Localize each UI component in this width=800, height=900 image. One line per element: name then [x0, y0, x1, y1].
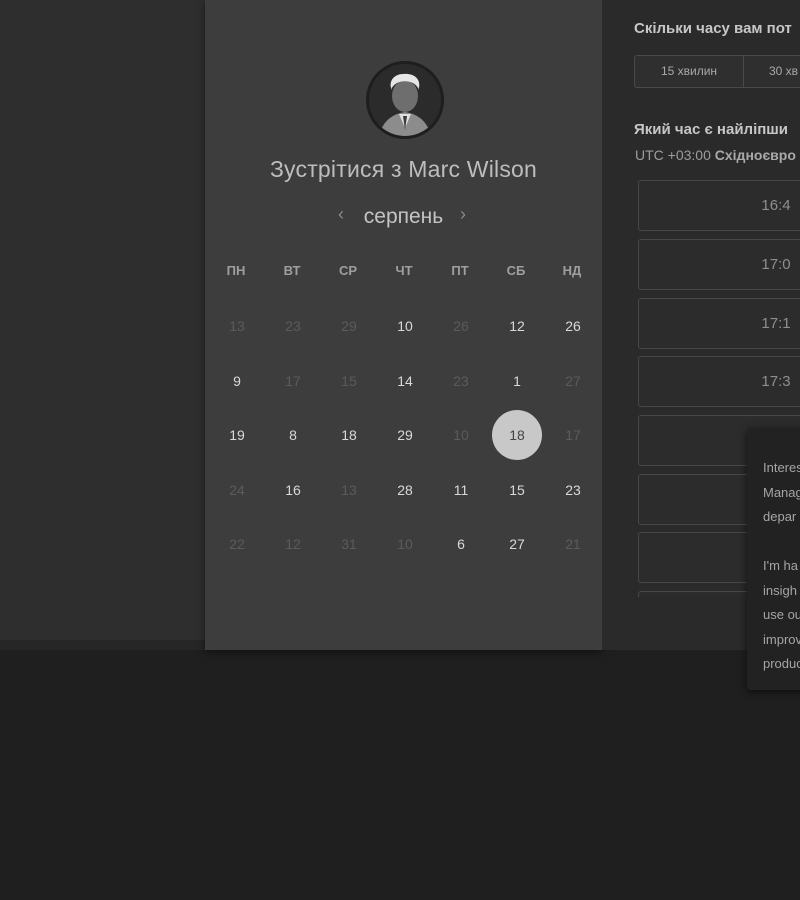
calendar-day[interactable]: 28	[380, 465, 430, 515]
calendar-day: 13	[341, 481, 357, 498]
weekday-label: ВТ	[283, 263, 301, 278]
calendar-day[interactable]: 19	[212, 410, 262, 460]
host-description-tooltip: Interes Manag depar I'm ha insigh use ou…	[747, 428, 800, 690]
calendar-day: 17	[285, 372, 301, 389]
time-slot-label: 17:3	[761, 373, 791, 390]
calendar-day[interactable]: 26	[548, 301, 598, 351]
time-slot-label: 17:1	[761, 315, 791, 332]
tooltip-line: depar	[763, 509, 797, 524]
person-photo-icon	[369, 64, 441, 136]
meeting-title: Зустрітися з Marc Wilson	[269, 156, 538, 182]
calendar-day[interactable]: 8	[268, 410, 318, 460]
duration-option-15[interactable]: 15 хвилин	[635, 56, 744, 87]
weekday-label: ПТ	[451, 263, 469, 278]
calendar-day: 13	[229, 318, 245, 334]
time-slot[interactable]: 17:3	[638, 356, 800, 407]
calendar-day: 22	[229, 536, 245, 552]
calendar-day: 24	[229, 481, 245, 498]
tooltip-line: use ou	[763, 607, 800, 622]
weekday-label: ЧТ	[395, 263, 413, 278]
calendar-day[interactable]: 18	[324, 410, 374, 460]
time-slot[interactable]: 17:1	[638, 298, 800, 349]
calendar-day-selected[interactable]: 18	[492, 410, 542, 460]
time-question: Який час є найліпши	[634, 121, 789, 138]
time-slot-label: 17:0	[761, 256, 791, 273]
tooltip-text: Interes Manag depar I'm ha insigh use ou…	[763, 456, 800, 677]
calendar-day[interactable]: 29	[380, 410, 430, 460]
weekday-label: СБ	[506, 263, 526, 278]
host-avatar	[366, 61, 444, 139]
calendar-day: 10	[453, 427, 469, 443]
weekday-header: ПН ВТ СР ЧТ ПТ СБ НД	[208, 263, 602, 283]
calendar-day[interactable]: 27	[492, 519, 542, 569]
timezone-offset: UTC +03:00	[635, 147, 711, 163]
calendar-day[interactable]: 6	[436, 519, 486, 569]
tooltip-line: produc	[763, 656, 800, 671]
calendar-day[interactable]: 23	[548, 465, 598, 515]
month-navigation: ‹ серпень ›	[205, 202, 602, 232]
left-backdrop-edge	[0, 640, 205, 650]
time-slot-label: 16:4	[761, 197, 791, 214]
tooltip-line: Manag	[763, 484, 800, 500]
calendar-day[interactable]: 14	[380, 356, 430, 406]
calendar-day: 27	[565, 372, 581, 389]
calendar-day[interactable]: 10	[380, 301, 430, 351]
calendar-day: 23	[453, 372, 469, 389]
calendar-day: 26	[453, 318, 469, 334]
tooltip-line: insigh	[763, 582, 797, 598]
tooltip-line: I'm ha	[763, 558, 798, 573]
calendar-day[interactable]: 16	[268, 465, 318, 515]
duration-question: Скільки часу вам пот	[634, 20, 792, 37]
weekday-label: ПН	[226, 263, 246, 278]
weekday-label: НД	[562, 263, 582, 278]
tooltip-line: improv	[763, 631, 800, 647]
calendar-day: 17	[565, 427, 581, 443]
calendar-day: 15	[341, 372, 357, 389]
timezone-label[interactable]: UTC +03:00 Східноєвро	[635, 147, 796, 163]
calendar-day: 23	[285, 318, 301, 334]
calendar-day: 10	[397, 536, 413, 552]
chevron-right-icon[interactable]: ›	[460, 204, 466, 225]
chevron-left-icon[interactable]: ‹	[338, 204, 344, 225]
calendar-day: 12	[285, 536, 301, 552]
calendar-day[interactable]: 11	[436, 465, 486, 515]
calendar-day: 29	[341, 318, 357, 334]
left-backdrop	[0, 0, 205, 640]
calendar-day[interactable]: 12	[492, 301, 542, 351]
calendar-day[interactable]: 9	[212, 356, 262, 406]
calendar-card: Зустрітися з Marc Wilson ‹ серпень › ПН …	[205, 0, 602, 650]
tooltip-paragraph-gap	[763, 530, 800, 555]
calendar-day[interactable]: 15	[492, 465, 542, 515]
time-slot[interactable]: 17:0	[638, 239, 800, 290]
time-slot[interactable]: 16:4	[638, 180, 800, 231]
calendar-day: 31	[341, 536, 357, 552]
weekday-label: СР	[338, 263, 358, 278]
calendar-day: 21	[565, 536, 581, 552]
timezone-name: Східноєвро	[714, 147, 796, 163]
calendar-day[interactable]: 1	[492, 356, 542, 406]
month-label: серпень	[363, 205, 444, 228]
tooltip-line: Interes	[763, 460, 800, 475]
duration-option-30[interactable]: 30 хв	[744, 56, 800, 87]
duration-selector: 15 хвилин 30 хв	[634, 55, 800, 88]
